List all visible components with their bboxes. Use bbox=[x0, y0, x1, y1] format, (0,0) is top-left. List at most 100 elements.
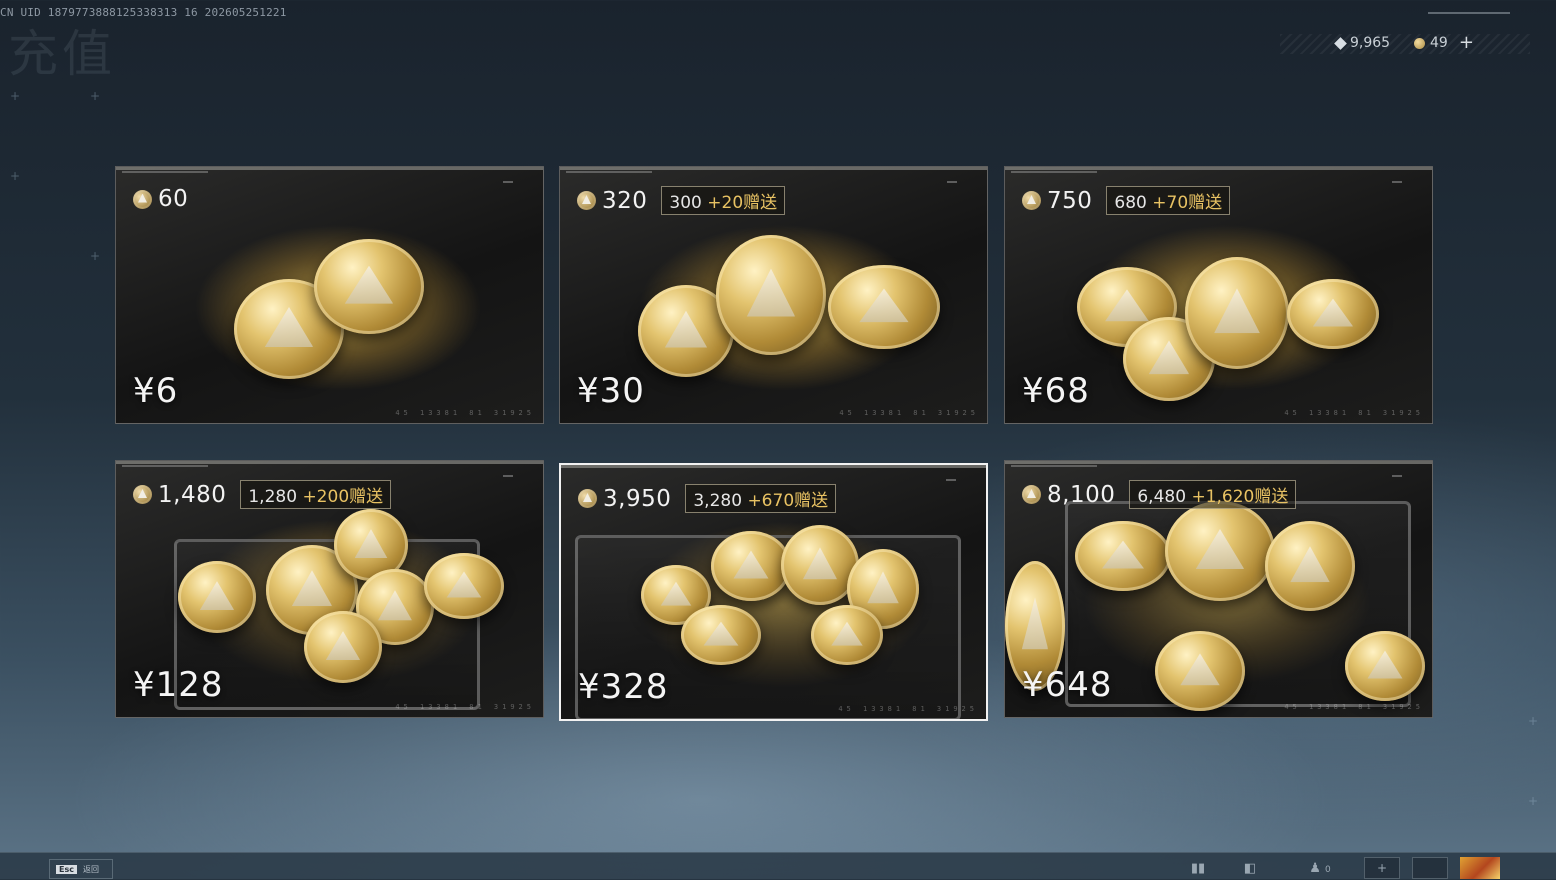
coin-illustration bbox=[811, 605, 883, 665]
package-card-60[interactable]: 60 ¥6 45 13381 81 31925 bbox=[115, 166, 544, 424]
package-card-8100[interactable]: 8,100 6,480 +1,620赠送 ¥648 45 13381 81 31… bbox=[1004, 460, 1433, 718]
coin-stack-illustration bbox=[314, 239, 424, 334]
package-amount: 8,100 bbox=[1047, 481, 1116, 508]
card-corner-mark bbox=[1392, 475, 1402, 477]
coin-stack-illustration bbox=[1185, 257, 1289, 369]
bonus-badge: 6,480 +1,620赠送 bbox=[1129, 480, 1297, 509]
coin-illustration bbox=[304, 611, 382, 683]
card-serial-deco: 45 13381 81 31925 bbox=[395, 703, 535, 711]
coin-illustration bbox=[424, 553, 504, 619]
package-amount: 60 bbox=[158, 186, 189, 212]
card-top-strip bbox=[1005, 167, 1432, 170]
coin-stack-illustration bbox=[711, 531, 791, 601]
bonus-badge: 300 +20赠送 bbox=[661, 186, 786, 215]
crosshair-deco: + bbox=[10, 89, 21, 103]
card-top-strip bbox=[560, 167, 987, 170]
package-amount-row: 320 300 +20赠送 bbox=[577, 186, 786, 215]
quick-slot-button[interactable] bbox=[1412, 857, 1448, 879]
delta-coin-icon bbox=[133, 485, 152, 504]
crosshair-deco: + bbox=[1528, 794, 1539, 808]
stats-icon[interactable]: ▮▮ bbox=[1186, 862, 1210, 876]
package-amount-row: 8,100 6,480 +1,620赠送 bbox=[1022, 480, 1297, 509]
friends-count: 0 bbox=[1325, 865, 1331, 875]
card-serial-deco: 45 13381 81 31925 bbox=[838, 705, 978, 713]
bonus-gift: +200赠送 bbox=[302, 487, 384, 507]
bonus-base: 6,480 bbox=[1137, 487, 1192, 507]
card-label-strip bbox=[122, 171, 208, 173]
card-serial-deco: 45 13381 81 31925 bbox=[839, 409, 979, 417]
package-amount: 3,950 bbox=[603, 485, 672, 512]
friends-icon[interactable]: ♟ 0 bbox=[1300, 862, 1340, 876]
crosshair-deco: + bbox=[90, 89, 101, 103]
esc-key-hint: Esc bbox=[56, 864, 77, 874]
ticket-balance-value: 9,965 bbox=[1350, 35, 1391, 51]
card-label-strip bbox=[566, 171, 652, 173]
package-amount-row: 60 bbox=[133, 186, 188, 212]
delta-coin-icon bbox=[1414, 37, 1425, 49]
package-amount: 320 bbox=[602, 187, 648, 214]
coin-illustration bbox=[1075, 521, 1171, 591]
card-serial-deco: 45 13381 81 31925 bbox=[1284, 703, 1424, 711]
coin-stack-illustration bbox=[1287, 279, 1379, 349]
bonus-badge: 3,280 +670赠送 bbox=[685, 484, 837, 513]
package-price: ¥128 bbox=[133, 665, 224, 705]
crosshair-deco: + bbox=[10, 169, 21, 183]
card-label-strip bbox=[122, 465, 208, 467]
card-corner-mark bbox=[503, 475, 513, 477]
coin-stack-illustration bbox=[1345, 631, 1425, 701]
coin-balance-value: 49 bbox=[1430, 35, 1448, 51]
ticket-balance: 9,965 bbox=[1334, 35, 1391, 51]
bonus-base: 1,280 bbox=[248, 487, 303, 507]
crosshair-deco: + bbox=[1528, 714, 1539, 728]
card-top-strip bbox=[116, 461, 543, 464]
quick-slot-add-button[interactable]: + bbox=[1364, 857, 1400, 879]
package-amount: 750 bbox=[1047, 187, 1093, 214]
delta-coin-icon bbox=[1022, 191, 1041, 210]
avatar[interactable] bbox=[1460, 857, 1500, 879]
package-card-750[interactable]: 750 680 +70赠送 ¥68 45 13381 81 31925 bbox=[1004, 166, 1433, 424]
package-price: ¥30 bbox=[577, 371, 645, 411]
card-serial-deco: 45 13381 81 31925 bbox=[395, 409, 535, 417]
add-coins-button[interactable]: + bbox=[1459, 34, 1474, 52]
page-title-watermark: 充值 bbox=[8, 25, 116, 83]
coin-stack-illustration bbox=[1165, 501, 1275, 601]
diamond-ticket-icon bbox=[1334, 36, 1347, 50]
card-corner-mark bbox=[1392, 181, 1402, 183]
bonus-gift: +20赠送 bbox=[707, 193, 778, 213]
coin-stack-illustration bbox=[1265, 521, 1355, 611]
card-corner-mark bbox=[503, 181, 513, 183]
bonus-base: 680 bbox=[1114, 193, 1153, 213]
card-top-strip bbox=[561, 465, 986, 468]
back-label: 返回 bbox=[82, 864, 99, 874]
card-corner-mark bbox=[946, 479, 956, 481]
coin-illustration bbox=[178, 561, 256, 633]
coin-stack-illustration bbox=[828, 265, 940, 349]
package-card-3950[interactable]: 3,950 3,280 +670赠送 ¥328 45 13381 81 3192… bbox=[559, 463, 988, 721]
package-card-320[interactable]: 320 300 +20赠送 ¥30 45 13381 81 31925 bbox=[559, 166, 988, 424]
back-button[interactable]: Esc 返回 bbox=[49, 859, 113, 879]
card-corner-mark bbox=[947, 181, 957, 183]
header-deco-stripes bbox=[1280, 34, 1530, 54]
package-card-1480[interactable]: 1,480 1,280 +200赠送 ¥128 45 13381 81 3192… bbox=[115, 460, 544, 718]
bonus-base: 3,280 bbox=[693, 491, 748, 511]
card-label-strip bbox=[1011, 465, 1097, 467]
card-top-strip bbox=[116, 167, 543, 170]
card-top-strip bbox=[1005, 461, 1432, 464]
coin-stack-illustration bbox=[716, 235, 826, 355]
card-serial-deco: 45 13381 81 31925 bbox=[1284, 409, 1424, 417]
coin-illustration bbox=[681, 605, 761, 665]
chat-bubbles-icon[interactable]: ◧ bbox=[1238, 862, 1262, 876]
package-amount-row: 1,480 1,280 +200赠送 bbox=[133, 480, 392, 509]
package-price: ¥648 bbox=[1022, 665, 1113, 705]
coin-balance: 49 + bbox=[1414, 34, 1474, 52]
bonus-gift: +70赠送 bbox=[1152, 193, 1223, 213]
crosshair-deco: + bbox=[90, 249, 101, 263]
bonus-gift: +1,620赠送 bbox=[1191, 487, 1289, 507]
bonus-badge: 1,280 +200赠送 bbox=[240, 480, 392, 509]
bonus-base: 300 bbox=[669, 193, 708, 213]
card-label-strip bbox=[1011, 171, 1097, 173]
package-price: ¥6 bbox=[133, 371, 179, 411]
bonus-badge: 680 +70赠送 bbox=[1106, 186, 1231, 215]
delta-coin-icon bbox=[1022, 485, 1041, 504]
coin-stack-illustration bbox=[1155, 631, 1245, 711]
